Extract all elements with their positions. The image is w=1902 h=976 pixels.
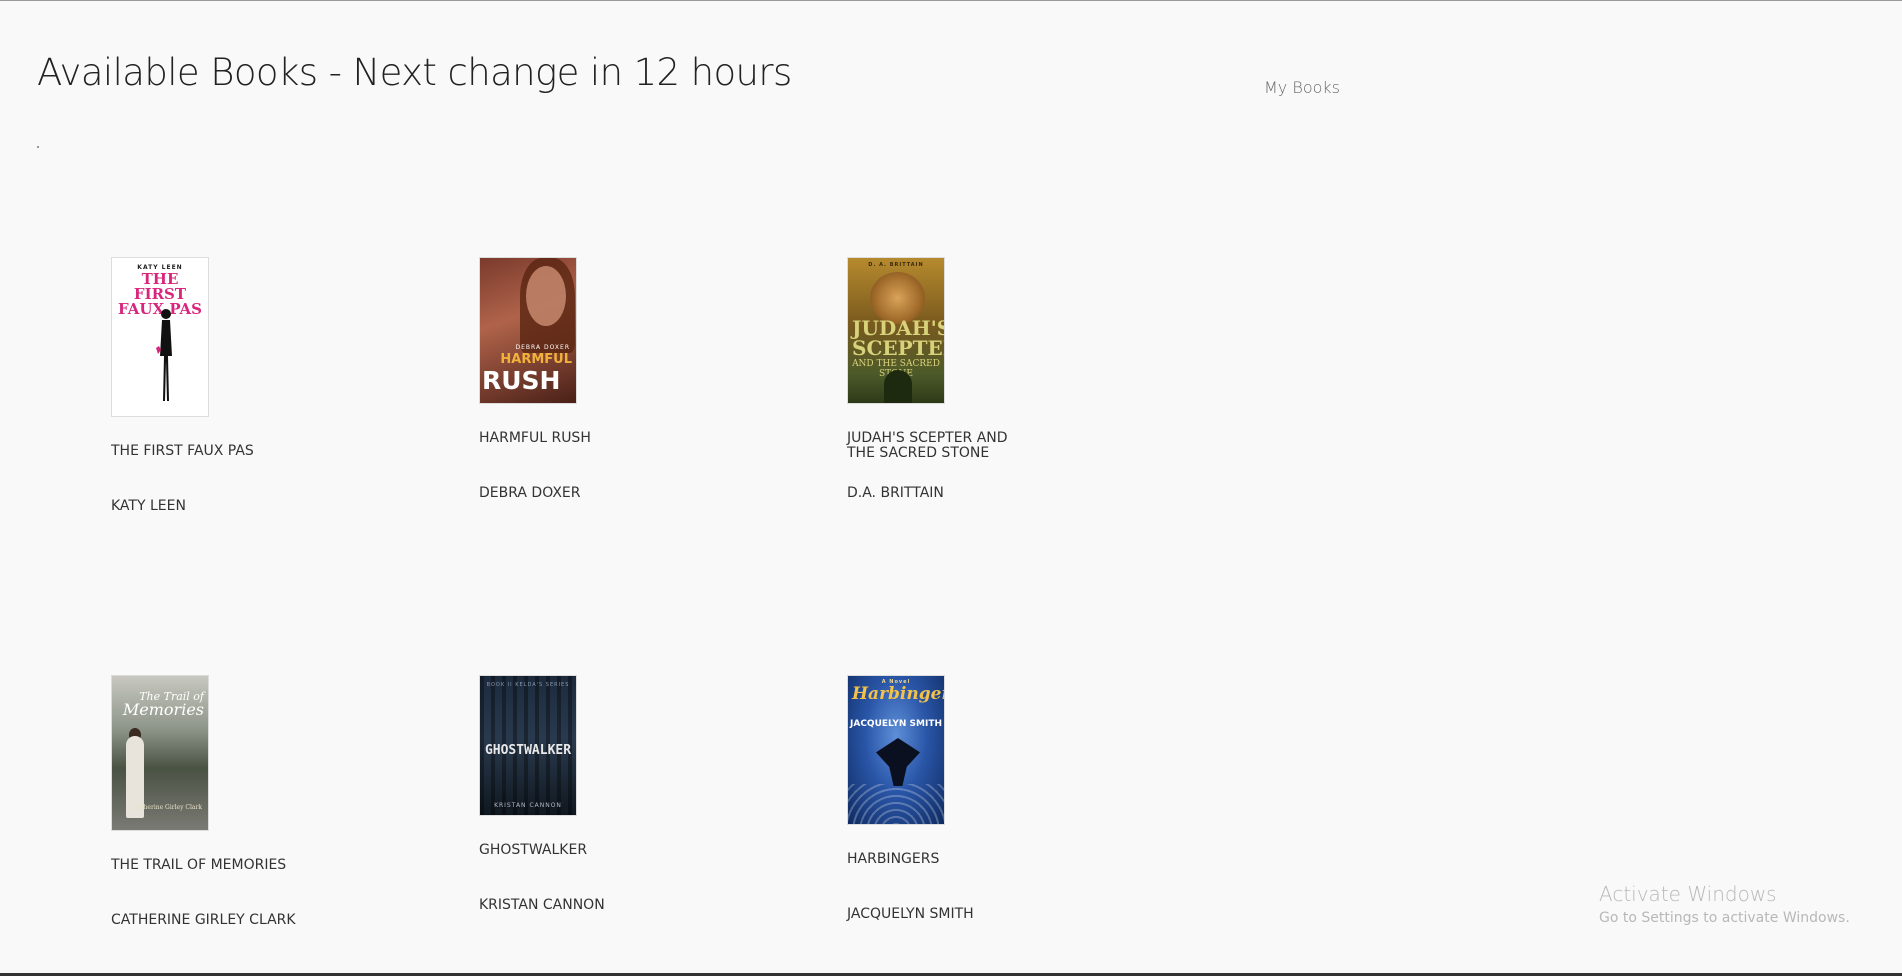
cover-title-text: The Trail of Memories xyxy=(116,690,204,718)
cover-author-text: Catherine Girley Clark xyxy=(132,804,202,811)
book-title[interactable]: THE FIRST FAUX PAS xyxy=(111,444,301,459)
book-card: BOOK II KELDA'S SERIES GHOSTWALKER KRIST… xyxy=(479,675,779,913)
cover-series-text: BOOK II KELDA'S SERIES xyxy=(486,682,570,688)
cover-title-text: Harbingers xyxy=(852,684,944,704)
cover-author-text: JACQUELYN SMITH xyxy=(850,719,942,729)
page: Available Books - Next change in 12 hour… xyxy=(0,0,1902,976)
cover-title-text: JUDAH'S SCEPTER xyxy=(852,316,945,360)
book-title[interactable]: GHOSTWALKER xyxy=(479,843,669,858)
watermark-subtitle: Go to Settings to activate Windows. xyxy=(1599,910,1850,926)
woman-silhouette-icon xyxy=(156,309,172,401)
book-title[interactable]: JUDAH'S SCEPTER AND THE SACRED STONE xyxy=(847,431,1037,461)
book-author[interactable]: CATHERINE GIRLEY CLARK xyxy=(111,912,411,928)
book-card: A Novel Harbingers JACQUELYN SMITH HARBI… xyxy=(847,675,1147,922)
book-cover[interactable]: A Novel Harbingers JACQUELYN SMITH xyxy=(847,675,945,825)
book-title[interactable]: HARBINGERS xyxy=(847,852,1037,867)
cover-author-text: DEBRA DOXER xyxy=(515,344,570,351)
book-card: KATY LEEN THE FIRST FAUX PAS THE FIRST F… xyxy=(111,257,411,514)
cover-author-text: D. A. BRITTAIN xyxy=(868,262,924,268)
cover-art xyxy=(884,370,912,403)
cover-art xyxy=(848,784,944,824)
book-card: The Trail of Memories Catherine Girley C… xyxy=(111,675,411,928)
book-author[interactable]: DEBRA DOXER xyxy=(479,485,779,501)
watermark-title: Activate Windows xyxy=(1599,882,1777,906)
book-card: D. A. BRITTAIN JUDAH'S SCEPTER AND THE S… xyxy=(847,257,1147,501)
my-books-link[interactable]: My Books xyxy=(1264,78,1340,97)
book-author[interactable]: JACQUELYN SMITH xyxy=(847,906,1147,922)
cover-title-text: RUSH xyxy=(482,366,561,395)
book-author[interactable]: KRISTAN CANNON xyxy=(479,897,779,913)
book-author[interactable]: KATY LEEN xyxy=(111,498,411,514)
page-title: Available Books - Next change in 12 hour… xyxy=(37,51,792,94)
book-cover[interactable]: DEBRA DOXER HARMFUL RUSH xyxy=(479,257,577,404)
cover-title-text: GHOSTWALKER xyxy=(484,743,572,758)
book-author[interactable]: D.A. BRITTAIN xyxy=(847,485,1147,501)
book-cover[interactable]: KATY LEEN THE FIRST FAUX PAS xyxy=(111,257,209,417)
cover-title-line: Memories xyxy=(122,700,204,719)
cover-title-text: HARMFUL xyxy=(500,352,572,367)
cover-author-text: KRISTAN CANNON xyxy=(494,802,562,809)
cover-art xyxy=(526,266,566,326)
book-cover[interactable]: D. A. BRITTAIN JUDAH'S SCEPTER AND THE S… xyxy=(847,257,945,404)
book-cover[interactable]: BOOK II KELDA'S SERIES GHOSTWALKER KRIST… xyxy=(479,675,577,816)
separator-dot xyxy=(37,146,39,148)
activate-windows-watermark: Activate Windows Go to Settings to activ… xyxy=(1599,882,1850,926)
book-cover[interactable]: The Trail of Memories Catherine Girley C… xyxy=(111,675,209,831)
book-card: DEBRA DOXER HARMFUL RUSH HARMFUL RUSH DE… xyxy=(479,257,779,501)
book-title[interactable]: HARMFUL RUSH xyxy=(479,431,669,446)
winged-figure-icon xyxy=(876,738,920,786)
book-title[interactable]: THE TRAIL OF MEMORIES xyxy=(111,858,301,873)
